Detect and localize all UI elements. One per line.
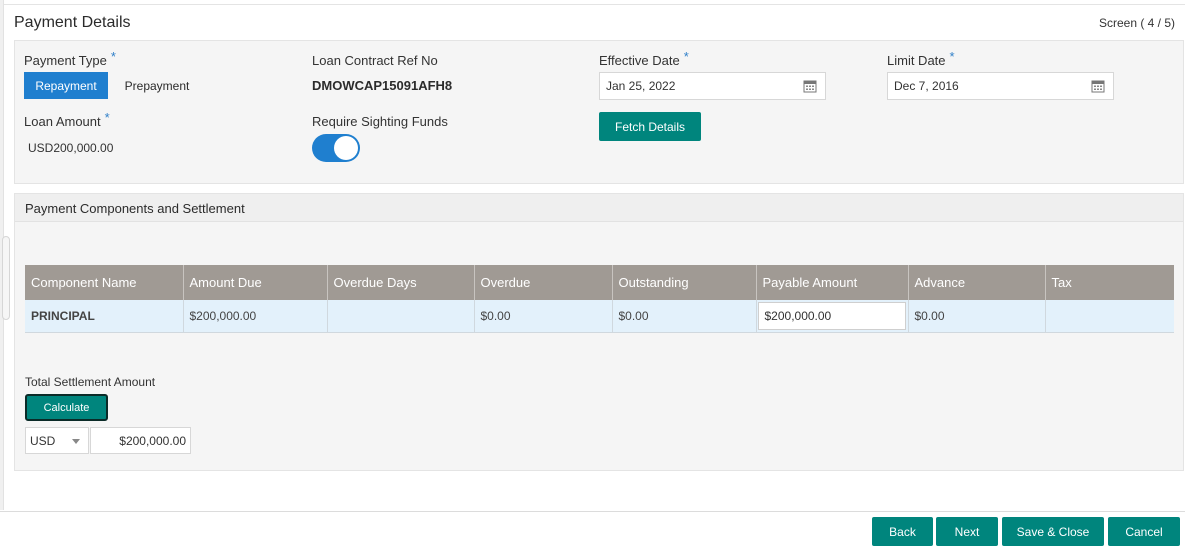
calendar-icon[interactable] xyxy=(803,79,817,93)
cell-amount-due: $200,000.00 xyxy=(183,300,328,333)
payment-components-table: Component Name Amount Due Overdue Days O… xyxy=(25,265,1174,333)
column-header-overdue[interactable]: Overdue xyxy=(474,265,613,300)
limit-date-input[interactable]: Dec 7, 2016 xyxy=(887,72,1114,100)
column-header-outstanding[interactable]: Outstanding xyxy=(612,265,757,300)
section-header: Payment Components and Settlement xyxy=(15,194,1183,222)
payment-type-repayment-option[interactable]: Repayment xyxy=(24,72,108,99)
column-header-amount-due[interactable]: Amount Due xyxy=(183,265,328,300)
calendar-icon[interactable] xyxy=(1091,79,1105,93)
back-button[interactable]: Back xyxy=(872,517,933,546)
cancel-button[interactable]: Cancel xyxy=(1108,517,1180,546)
table-header-row: Component Name Amount Due Overdue Days O… xyxy=(25,265,1174,300)
total-settlement-label: Total Settlement Amount xyxy=(25,375,156,389)
loan-amount-value: USD200,000.00 xyxy=(28,141,114,155)
section-title: Payment Components and Settlement xyxy=(25,201,245,216)
cell-advance: $0.00 xyxy=(908,300,1046,333)
screen-indicator: Screen ( 4 / 5) xyxy=(1098,16,1175,30)
payable-amount-input[interactable]: $200,000.00 xyxy=(757,301,906,330)
cell-component-name: PRINCIPAL xyxy=(25,300,184,333)
required-marker: * xyxy=(104,110,110,125)
require-sighting-funds-label: Require Sighting Funds xyxy=(312,114,448,129)
save-close-button[interactable]: Save & Close xyxy=(1002,517,1104,546)
page-title: Payment Details xyxy=(14,14,131,31)
cell-outstanding: $0.00 xyxy=(612,300,757,333)
loan-amount-label: Loan Amount * xyxy=(24,110,110,129)
calculate-button[interactable]: Calculate xyxy=(25,394,108,421)
cell-overdue: $0.00 xyxy=(474,300,613,333)
loan-contract-ref-label: Loan Contract Ref No xyxy=(312,53,438,68)
next-button[interactable]: Next xyxy=(936,517,998,546)
chevron-down-icon xyxy=(72,439,80,444)
required-marker: * xyxy=(949,49,955,64)
cell-tax xyxy=(1045,300,1174,333)
side-panel-handle[interactable] xyxy=(2,236,10,320)
limit-date-label: Limit Date * xyxy=(887,49,955,68)
total-settlement-amount-input[interactable]: $200,000.00 xyxy=(90,427,191,454)
loan-contract-ref-value: DMOWCAP15091AFH8 xyxy=(312,78,453,93)
payment-type-label: Payment Type * xyxy=(24,49,116,68)
payment-components-section: Payment Components and Settlement Compon… xyxy=(14,193,1184,471)
column-header-payable-amount[interactable]: Payable Amount xyxy=(756,265,909,300)
required-marker: * xyxy=(110,49,116,64)
column-header-tax[interactable]: Tax xyxy=(1045,265,1174,300)
currency-select[interactable]: USD xyxy=(25,427,89,454)
effective-date-input[interactable]: Jan 25, 2022 xyxy=(599,72,826,100)
cell-overdue-days xyxy=(327,300,475,333)
payment-type-prepayment-option[interactable]: Prepayment xyxy=(115,72,199,99)
top-divider xyxy=(0,4,1185,5)
toggle-knob xyxy=(334,136,358,160)
required-marker: * xyxy=(683,49,689,64)
column-header-advance[interactable]: Advance xyxy=(908,265,1046,300)
payment-details-panel: Payment Type * Repayment Prepayment Loan … xyxy=(14,40,1184,184)
table-row[interactable]: PRINCIPAL $200,000.00 $0.00 $0.00 $200,0… xyxy=(25,300,1174,333)
fetch-details-button[interactable]: Fetch Details xyxy=(599,112,701,141)
cell-payable-amount: $200,000.00 xyxy=(756,300,909,333)
effective-date-label: Effective Date * xyxy=(599,49,689,68)
footer-divider xyxy=(0,511,1185,512)
require-sighting-funds-toggle[interactable] xyxy=(312,134,360,162)
column-header-overdue-days[interactable]: Overdue Days xyxy=(327,265,475,300)
column-header-component-name[interactable]: Component Name xyxy=(25,265,184,300)
